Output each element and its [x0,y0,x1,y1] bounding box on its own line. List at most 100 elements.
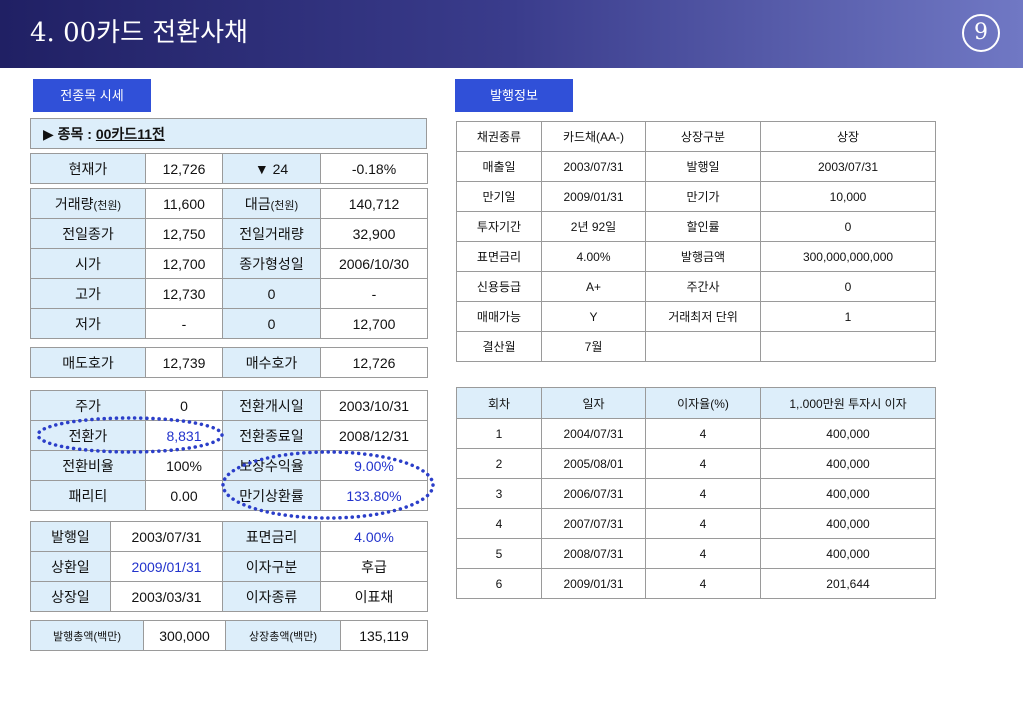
interest-cell: 400,000 [760,478,936,509]
page-title: 4. 00카드 전환사채 [30,18,248,48]
price-change: ▼ 24 [222,153,321,184]
interest-cell: 400,000 [760,508,936,539]
item-table: ▶ 종목 : 00카드11전 [30,118,427,149]
title-bar: 4. 00카드 전환사채 9 [0,0,1023,68]
issue-info-value: 0 [760,211,936,242]
bond-value: 2003/07/31 [110,521,223,552]
date-cell: 2007/07/31 [541,508,646,539]
interest-cell: 400,000 [760,538,936,569]
issue-info-value: 상장 [760,121,936,152]
conversion-label: 만기상환률 [222,480,321,511]
date-cell: 2004/07/31 [541,418,646,449]
trade-label: 거래량(천원) [30,188,146,219]
conversion-label: 전환개시일 [222,390,321,421]
item-row: ▶ 종목 : 00카드11전 [30,118,427,149]
listed-total-value: 135,119 [340,620,428,651]
item-name-link[interactable]: 00카드11전 [96,126,165,142]
trade-label: 저가 [30,308,146,339]
table-row: 주가 0 전환개시일 2003/10/31 [30,390,428,421]
column-header: 이자율(%) [645,387,761,419]
issue-info-value: 카드채(AA-) [541,121,646,152]
table-row: 투자기간 2년 92일 할인률 0 [456,211,936,242]
issue-info-label: 매매가능 [456,301,542,332]
trade-label: 0 [222,278,321,309]
issue-info-value: 7월 [541,331,646,362]
table-row: 고가 12,730 0 - [30,278,428,309]
issue-info-label: 주간사 [645,271,761,302]
issue-info-label: 만기가 [645,181,761,212]
table-row: 5 2008/07/31 4 400,000 [456,538,936,569]
trade-value: 12,700 [145,248,223,279]
rate-cell: 4 [645,538,761,569]
issued-total-value: 300,000 [143,620,226,651]
current-price-value: 12,726 [145,153,223,184]
conversion-value: 0 [145,390,223,421]
bond-label: 이자구분 [222,551,321,582]
rate-cell: 4 [645,448,761,479]
column-header: 회차 [456,387,542,419]
interest-cell: 400,000 [760,448,936,479]
rate-cell: 4 [645,508,761,539]
issue-info-label: 표면금리 [456,241,542,272]
table-row: 전환가 8,831 전환종료일 2008/12/31 [30,420,428,451]
bid-value: 12,726 [320,347,428,378]
round-cell: 3 [456,478,542,509]
date-cell: 2005/08/01 [541,448,646,479]
conversion-value: 0.00 [145,480,223,511]
trade-label: 전일거래량 [222,218,321,249]
issue-info-value: 2003/07/31 [760,151,936,182]
empty-cell [645,331,761,362]
trade-value: 2006/10/30 [320,248,428,279]
trade-label: 시가 [30,248,146,279]
table-row: 패리티 0.00 만기상환률 133.80% [30,480,428,511]
issued-total-label: 발행총액(백만) [30,620,144,651]
conversion-value: 2003/10/31 [320,390,428,421]
date-cell: 2008/07/31 [541,538,646,569]
trade-value: - [145,308,223,339]
issue-info-label: 투자기간 [456,211,542,242]
empty-cell [760,331,936,362]
table-row: 전일종가 12,750 전일거래량 32,900 [30,218,428,249]
table-header-row: 회차 일자 이자율(%) 1,.000만원 투자시 이자 [456,387,936,419]
trade-label-unit: (천원) [93,199,122,212]
table-row: 6 2009/01/31 4 201,644 [456,568,936,599]
issue-info-label: 발행일 [645,151,761,182]
issue-info-label: 결산월 [456,331,542,362]
table-row: 4 2007/07/31 4 400,000 [456,508,936,539]
issue-info-value: 2년 92일 [541,211,646,242]
table-row: 매출일 2003/07/31 발행일 2003/07/31 [456,151,936,182]
table-row: 표면금리 4.00% 발행금액 300,000,000,000 [456,241,936,272]
guaranteed-yield-value: 9.00% [320,450,428,481]
table-row: 시가 12,700 종가형성일 2006/10/30 [30,248,428,279]
current-price-table: 현재가 12,726 ▼ 24 -0.18% [30,153,428,184]
issue-info-label: 만기일 [456,181,542,212]
issue-info-value: 2009/01/31 [541,181,646,212]
bond-table: 발행일 2003/07/31 표면금리 4.00% 상환일 2009/01/31… [30,521,428,612]
conversion-price-value: 8,831 [145,420,223,451]
rate-cell: 4 [645,568,761,599]
interest-cell: 201,644 [760,568,936,599]
bond-label: 상환일 [30,551,111,582]
conversion-label: 전환비율 [30,450,146,481]
issue-info-value: A+ [541,271,646,302]
trade-label: 전일종가 [30,218,146,249]
date-cell: 2006/07/31 [541,478,646,509]
round-cell: 4 [456,508,542,539]
coupon-rate-value: 4.00% [320,521,428,552]
item-prefix: ▶ 종목 : [43,125,96,142]
issue-info-value: 2003/07/31 [541,151,646,182]
trade-table: 거래량(천원) 11,600 대금(천원) 140,712 전일종가 12,75… [30,188,428,339]
trade-label: 대금(천원) [222,188,321,219]
issue-info-label: 신용등급 [456,271,542,302]
issue-info-table: 채권종류 카드채(AA-) 상장구분 상장 매출일 2003/07/31 발행일… [456,121,936,362]
interest-cell: 400,000 [760,418,936,449]
conversion-label: 전환종료일 [222,420,321,451]
trade-label: 0 [222,308,321,339]
conversion-label: 패리티 [30,480,146,511]
totals-table: 발행총액(백만) 300,000 상장총액(백만) 135,119 [30,620,428,651]
conversion-table: 주가 0 전환개시일 2003/10/31 전환가 8,831 전환종료일 20… [30,390,428,511]
current-price-label: 현재가 [30,153,146,184]
issue-info-label: 채권종류 [456,121,542,152]
trade-value: 140,712 [320,188,428,219]
trade-label: 종가형성일 [222,248,321,279]
